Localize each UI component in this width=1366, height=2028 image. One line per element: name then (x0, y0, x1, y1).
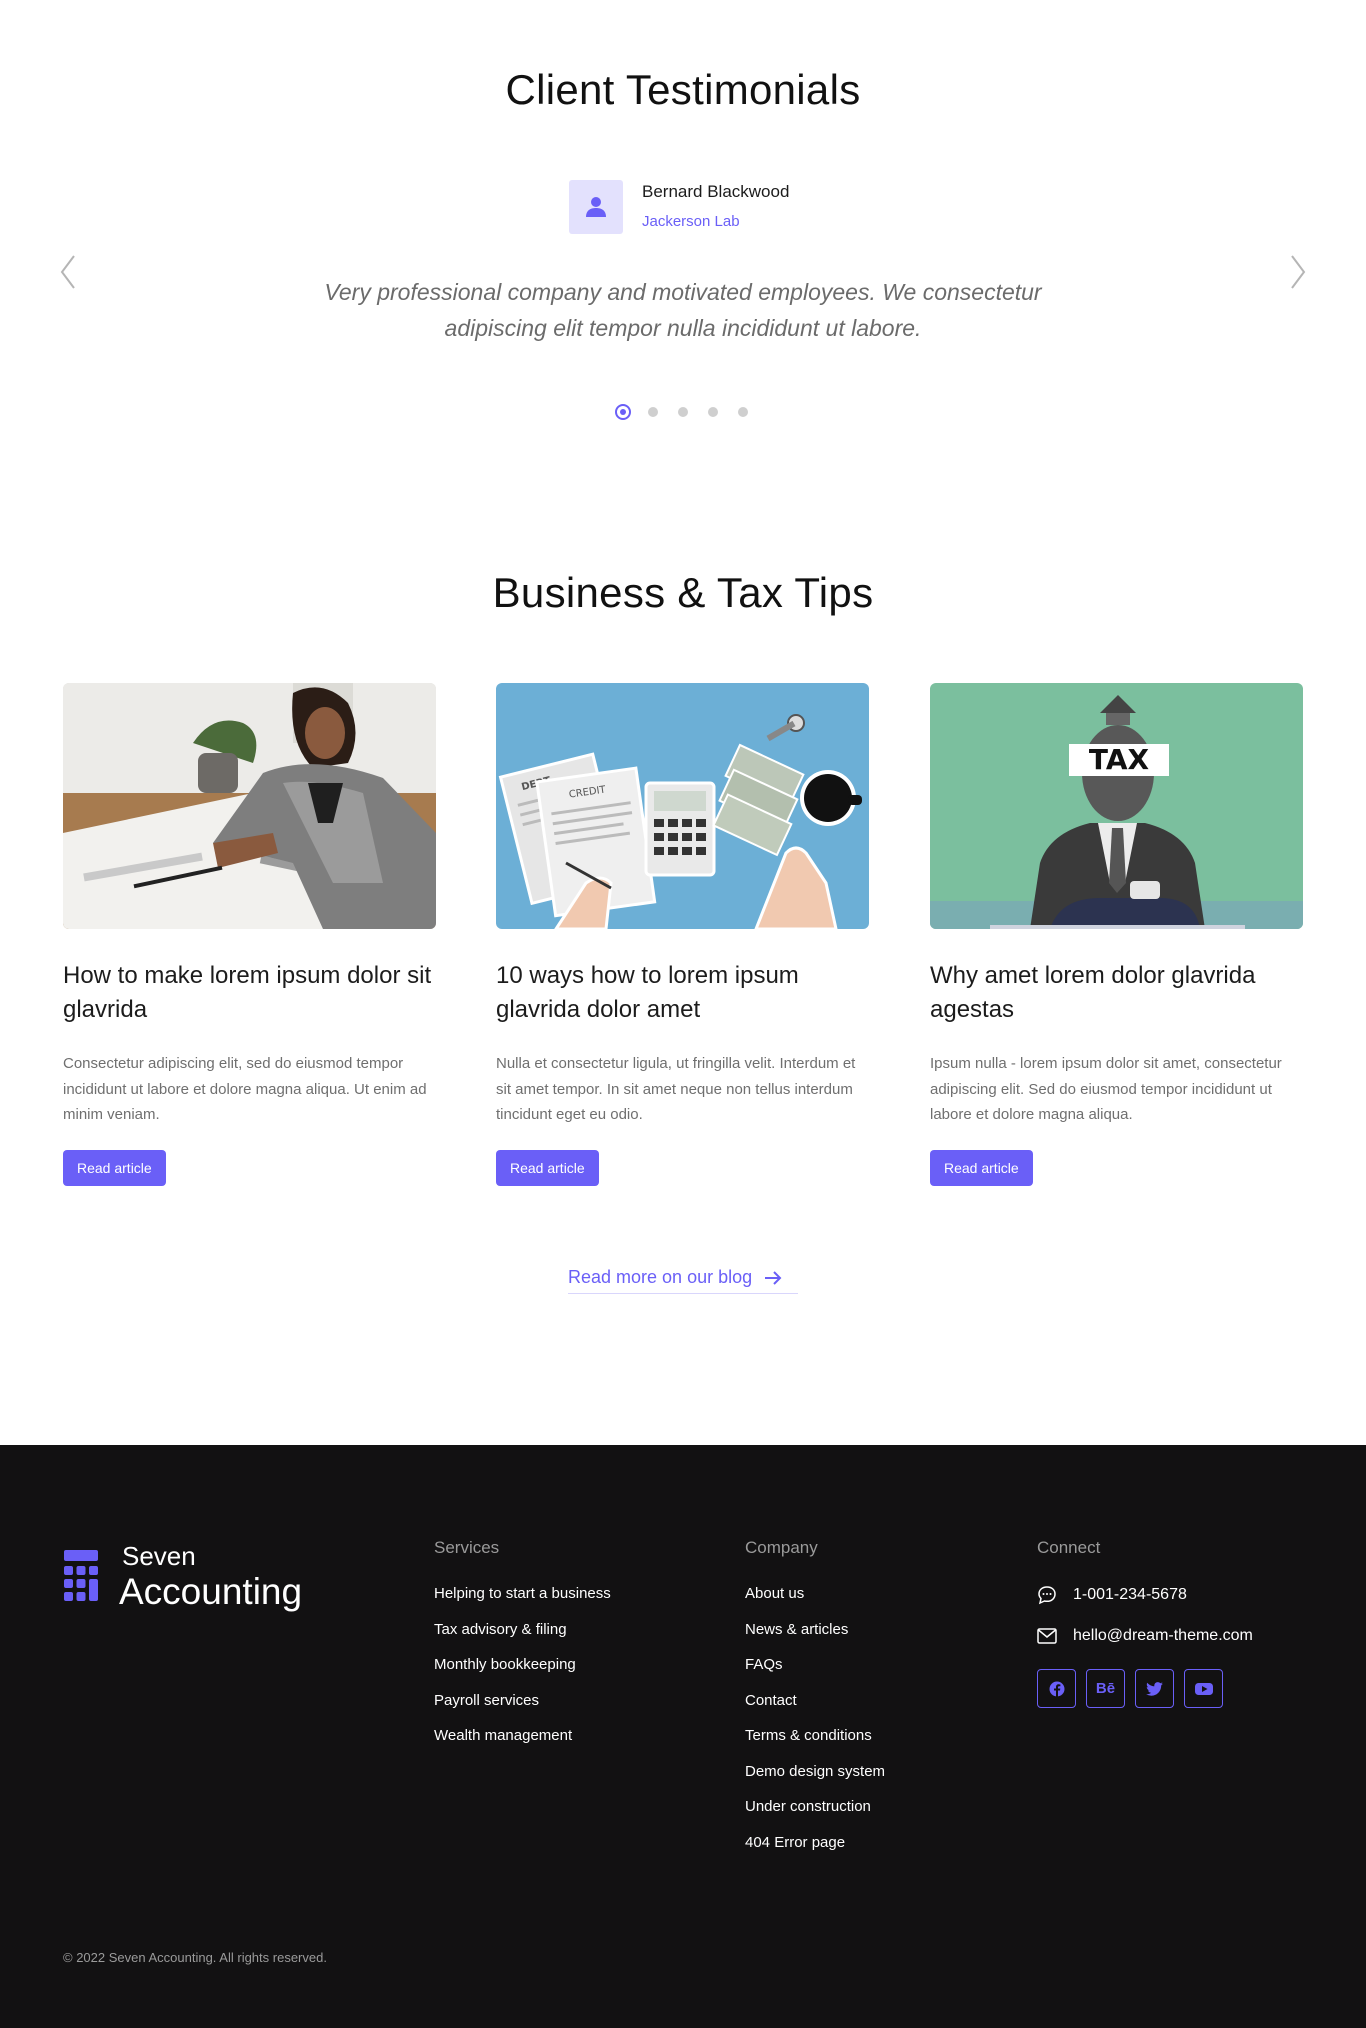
testimonial-quote: Very professional company and motivated … (324, 279, 1042, 341)
footer-link[interactable]: Tax advisory & filing (434, 1620, 611, 1640)
footer: Seven Accounting Services Helping to sta… (0, 1445, 1366, 2028)
testimonial-company: Jackerson Lab (642, 213, 740, 230)
blog-card: How to make lorem ipsum dolor sit glavri… (63, 683, 436, 1186)
footer-connect-column: Connect 1-001-234-5678 hello@dream-theme… (1037, 1536, 1253, 1708)
footer-link[interactable]: FAQs (745, 1655, 885, 1675)
testimonials-section: Client Testimonials Bernard Blackwood Ja… (0, 0, 1366, 520)
footer-link[interactable]: Under construction (745, 1797, 885, 1817)
blog-card-image-finance-calculator[interactable]: DEBT CREDIT (496, 683, 869, 929)
footer-company-column: Company About us News & articles FAQs Co… (745, 1536, 885, 1868)
slider-dot[interactable] (678, 407, 688, 417)
footer-link[interactable]: Monthly bookkeeping (434, 1655, 611, 1675)
chevron-left-icon (60, 255, 75, 289)
blog-card-title[interactable]: Why amet lorem dolor glavrida agestas (930, 959, 1303, 1027)
footer-connect-title: Connect (1037, 1538, 1101, 1557)
blog-card-image-tax-bag-man[interactable]: TAX (930, 683, 1303, 929)
footer-link[interactable]: Payroll services (434, 1691, 611, 1711)
footer-link[interactable]: About us (745, 1584, 885, 1604)
behance-button[interactable]: Bē (1086, 1669, 1125, 1708)
envelope-icon (1037, 1628, 1057, 1644)
footer-link[interactable]: News & articles (745, 1620, 885, 1640)
slider-pagination (615, 404, 768, 420)
behance-icon: Bē (1095, 1680, 1116, 1697)
footer-link[interactable]: 404 Error page (745, 1833, 885, 1853)
slider-dot-active[interactable] (615, 404, 631, 420)
prev-arrow-button[interactable] (54, 252, 84, 292)
blog-card: TAX Why amet lorem dolor glavrida agesta… (930, 683, 1303, 1186)
footer-logo[interactable]: Seven Accounting (63, 1543, 302, 1610)
slider-dot[interactable] (708, 407, 718, 417)
arrow-right-icon (765, 1270, 782, 1285)
read-more-blog-link[interactable]: Read more on our blog (568, 1262, 798, 1294)
footer-link[interactable]: Wealth management (434, 1726, 611, 1746)
twitter-icon (1146, 1681, 1163, 1696)
footer-company-title: Company (745, 1538, 818, 1557)
youtube-button[interactable] (1184, 1669, 1223, 1708)
facebook-button[interactable] (1037, 1669, 1076, 1708)
twitter-button[interactable] (1135, 1669, 1174, 1708)
footer-link[interactable]: Contact (745, 1691, 885, 1711)
read-article-button[interactable]: Read article (496, 1149, 599, 1186)
logo-line-seven: Seven (122, 1541, 196, 1571)
footer-phone-text: 1-001-234-5678 (1073, 1586, 1187, 1603)
read-more-blog-label: Read more on our blog (568, 1267, 753, 1287)
facebook-icon (1049, 1681, 1064, 1697)
blog-card-excerpt: Ipsum nulla - lorem ipsum dolor sit amet… (930, 1055, 1282, 1123)
slider-dot[interactable] (648, 407, 658, 417)
blog-card-title[interactable]: How to make lorem ipsum dolor sit glavri… (63, 959, 436, 1027)
footer-link[interactable]: Terms & conditions (745, 1726, 885, 1746)
slider-dot[interactable] (738, 407, 748, 417)
blog-card-excerpt: Nulla et consectetur ligula, ut fringill… (496, 1055, 856, 1123)
footer-email[interactable]: hello@dream-theme.com (1037, 1625, 1253, 1647)
testimonial-author: Bernard Blackwood Jackerson Lab (569, 180, 789, 234)
footer-phone[interactable]: 1-001-234-5678 (1037, 1584, 1253, 1606)
testimonial-name: Bernard Blackwood (642, 182, 790, 201)
chat-bubble-icon (1038, 1586, 1056, 1605)
blog-card: DEBT CREDIT (496, 683, 869, 1186)
read-article-button[interactable]: Read article (930, 1149, 1033, 1186)
blog-title: Business & Tax Tips (492, 569, 874, 616)
next-arrow-button[interactable] (1282, 252, 1312, 292)
footer-services-title: Services (434, 1538, 500, 1557)
avatar (569, 180, 623, 234)
read-article-button[interactable]: Read article (63, 1149, 166, 1186)
chevron-right-icon (1291, 255, 1306, 289)
footer-link[interactable]: Helping to start a business (434, 1584, 611, 1604)
logo-line-accounting: Accounting (119, 1571, 303, 1612)
blog-card-excerpt: Consectetur adipiscing elit, sed do eius… (63, 1055, 427, 1123)
social-links: Bē (1037, 1669, 1253, 1708)
blog-card-image-woman-working[interactable] (63, 683, 436, 929)
footer-link[interactable]: Demo design system (745, 1762, 885, 1782)
blog-card-title[interactable]: 10 ways how to lorem ipsum glavrida dolo… (496, 959, 869, 1027)
youtube-icon (1194, 1682, 1213, 1695)
calculator-logo-icon (64, 1549, 98, 1601)
testimonials-title: Client Testimonials (505, 66, 861, 113)
copyright-text: © 2022 Seven Accounting. All rights rese… (63, 1950, 327, 1965)
tax-label: TAX (1089, 743, 1150, 776)
footer-services-column: Services Helping to start a business Tax… (434, 1536, 611, 1762)
user-icon (586, 197, 606, 217)
footer-email-text: hello@dream-theme.com (1073, 1627, 1253, 1644)
